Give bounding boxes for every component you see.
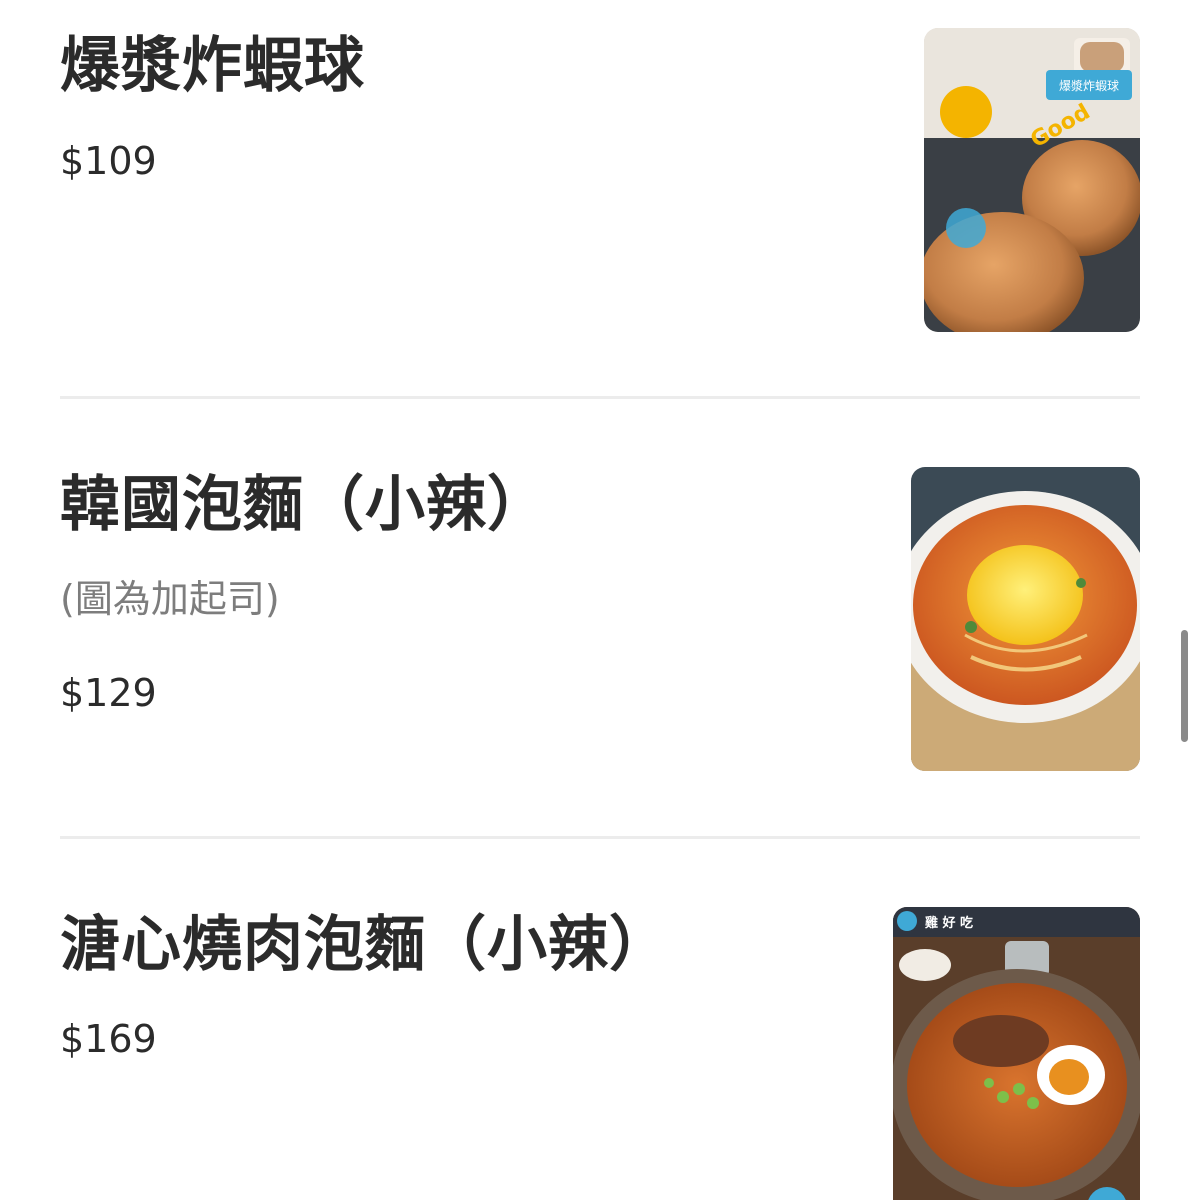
scrollbar[interactable] [1181, 630, 1188, 742]
item-image-shrimp-balls[interactable]: 爆漿炸蝦球 Good [924, 28, 1140, 332]
item-name: 爆漿炸蝦球 [60, 31, 365, 101]
overlay-brand: 雞 好 吃 [924, 915, 973, 931]
menu-page: 爆漿炸蝦球 $109 爆漿炸蝦球 Good 韓國泡麵（小辣） (圖為加起司) $… [0, 0, 1200, 1200]
overlay-title: 爆漿炸蝦球 [1059, 78, 1119, 93]
item-image-korean-noodles[interactable] [911, 467, 1140, 771]
item-name: 溏心燒肉泡麵（小辣） [60, 910, 670, 980]
item-price: $169 [60, 1017, 157, 1061]
item-image-braised-pork-noodles[interactable]: 雞 好 吃 [893, 907, 1140, 1200]
item-description: (圖為加起司) [60, 577, 280, 621]
menu-divider [60, 396, 1140, 399]
item-price: $129 [60, 671, 157, 715]
menu-item-braised-pork-noodles[interactable]: 溏心燒肉泡麵（小辣） $169 雞 好 吃 [60, 907, 1140, 1200]
item-name: 韓國泡麵（小辣） [60, 470, 548, 540]
item-price: $109 [60, 139, 157, 183]
menu-item-korean-noodles[interactable]: 韓國泡麵（小辣） (圖為加起司) $129 [60, 467, 1140, 777]
menu-item-shrimp-balls[interactable]: 爆漿炸蝦球 $109 爆漿炸蝦球 Good [60, 28, 1140, 338]
menu-divider [60, 836, 1140, 839]
